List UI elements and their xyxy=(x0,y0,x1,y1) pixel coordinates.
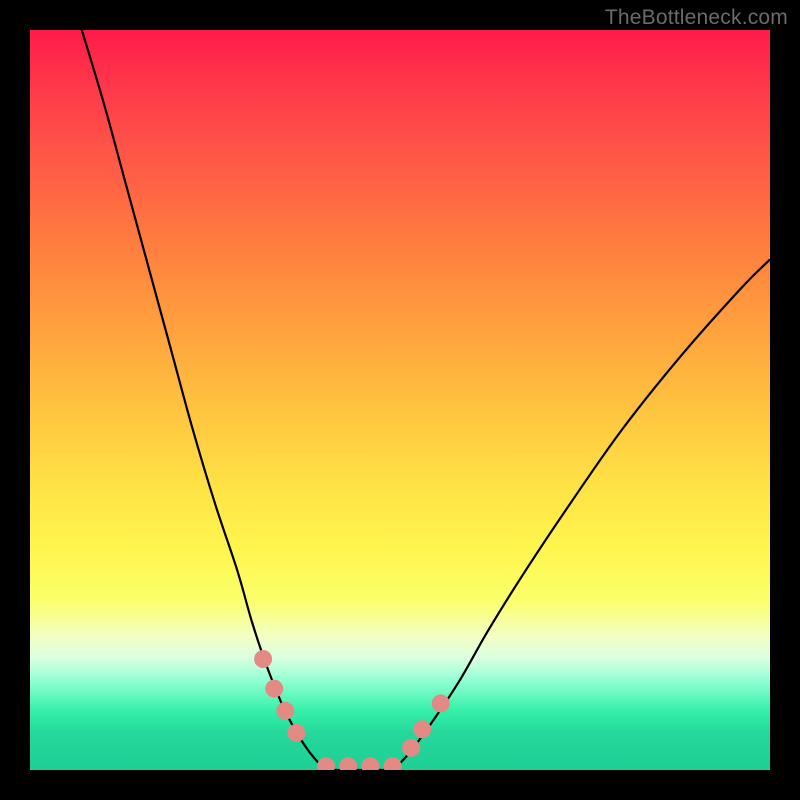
highlight-markers xyxy=(30,30,770,770)
highlight-dot xyxy=(402,739,420,757)
attribution-label: TheBottleneck.com xyxy=(605,6,788,30)
highlight-dot xyxy=(265,680,283,698)
highlight-dot xyxy=(317,757,335,770)
chart-frame: TheBottleneck.com xyxy=(0,0,800,800)
marker-group xyxy=(254,650,450,770)
highlight-dot xyxy=(276,702,294,720)
highlight-dot xyxy=(413,720,431,738)
highlight-dot xyxy=(254,650,272,668)
highlight-dot xyxy=(384,757,402,770)
highlight-dot xyxy=(339,757,357,770)
plot-area xyxy=(30,30,770,770)
highlight-dot xyxy=(361,757,379,770)
highlight-dot xyxy=(432,694,450,712)
highlight-dot xyxy=(287,724,305,742)
